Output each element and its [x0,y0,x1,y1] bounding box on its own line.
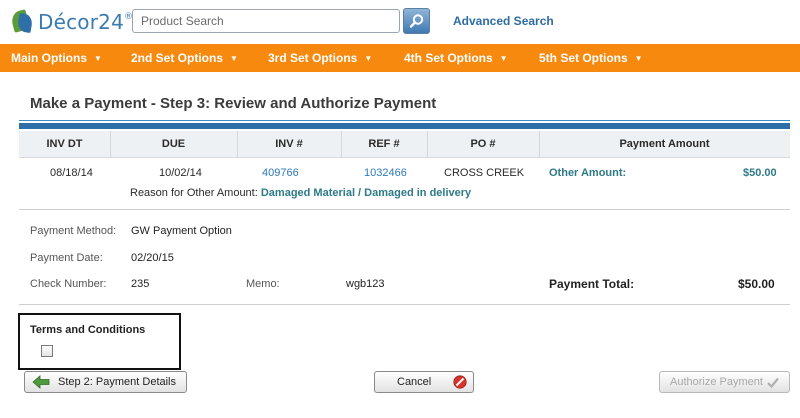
payment-total-value: $50.00 [738,277,775,291]
caret-down-icon: ▼ [364,53,373,63]
cancel-icon [453,375,467,389]
caret-down-icon: ▼ [499,53,508,63]
col-header-ref-no: REF # [368,138,400,150]
reference-number-link[interactable]: 1032466 [364,167,407,179]
reason-value: Damaged Material / Damaged in delivery [260,187,472,199]
nav-3rd-set-options[interactable]: 3rd Set Options ▼ [268,51,372,65]
cell-po-no: CROSS CREEK [444,167,525,179]
header: Décor24® Advanced Search [0,0,800,44]
search-input[interactable] [132,9,400,33]
col-header-inv-no: INV # [275,138,303,150]
payment-total-label: Payment Total: [549,277,635,291]
cell-due: 10/02/14 [159,167,202,179]
terms-title: Terms and Conditions [30,324,146,336]
check-number-value: 235 [131,278,150,290]
search-icon [409,14,423,28]
logo-text: Décor24® [38,10,134,34]
col-header-payment-amount: Payment Amount [619,138,710,150]
caret-down-icon: ▼ [94,53,102,63]
payment-date-label: Payment Date: [30,252,103,264]
main-nav: Main Options ▼ 2nd Set Options ▼ 3rd Set O… [0,44,800,72]
payment-method-value: GW Payment Option [131,225,232,237]
reason-label: Reason for Other Amount: [130,187,258,199]
terms-checkbox[interactable] [41,345,53,357]
other-amount-value: $50.00 [743,167,777,179]
other-amount-label: Other Amount: [549,167,627,179]
authorize-payment-button[interactable]: Authorize Payment [659,371,790,393]
caret-down-icon: ▼ [230,53,238,63]
nav-5th-set-options[interactable]: 5th Set Options ▼ [539,51,643,65]
check-number-label: Check Number: [30,278,107,290]
section-divider [19,209,790,210]
col-header-inv-dt: INV DT [46,138,83,150]
payment-date-value: 02/20/15 [131,252,174,264]
memo-value: wgb123 [346,278,385,290]
nav-2nd-set-options[interactable]: 2nd Set Options ▼ [131,51,238,65]
cell-inv-dt: 08/18/14 [50,167,93,179]
back-to-step-2-button[interactable]: Step 2: Payment Details [24,371,187,393]
payment-method-label: Payment Method: [30,225,117,237]
checkmark-icon [767,377,779,388]
section-divider [19,304,790,305]
title-divider-thin [19,120,790,121]
memo-label: Memo: [246,278,280,290]
nav-main-options[interactable]: Main Options ▼ [11,51,102,65]
col-header-due: DUE [161,138,186,150]
search-button[interactable] [403,8,430,34]
logo-leaf-icon [9,9,34,35]
advanced-search-link[interactable]: Advanced Search [453,14,554,28]
reason-row: Reason for Other Amount: Damaged Materia… [130,187,471,199]
cancel-button[interactable]: Cancel [374,371,474,393]
invoice-number-link[interactable]: 409766 [262,167,299,179]
arrow-left-icon [32,375,50,389]
nav-4th-set-options[interactable]: 4th Set Options ▼ [404,51,508,65]
logo[interactable]: Décor24® [9,7,134,37]
invoice-table-header: INV DT DUE INV # REF # PO # Payment Amou… [19,131,790,158]
col-header-po-no: PO # [470,138,496,150]
page-title: Make a Payment - Step 3: Review and Auth… [30,95,437,112]
terms-and-conditions-box: Terms and Conditions [18,313,181,370]
title-divider [19,123,790,129]
caret-down-icon: ▼ [634,53,643,63]
